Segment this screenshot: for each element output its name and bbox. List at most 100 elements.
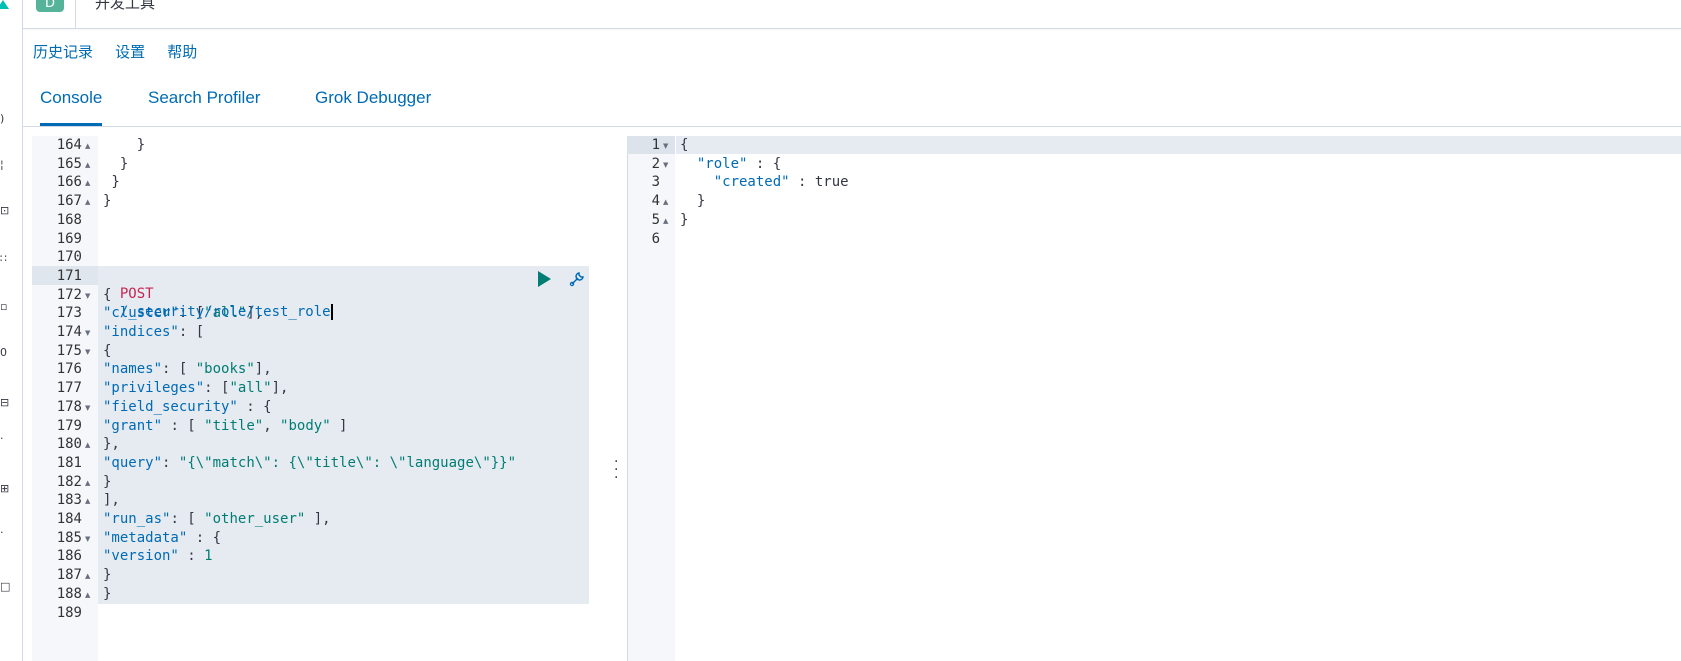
code-line[interactable]: "created" : true [680,173,849,192]
fold-open-icon[interactable]: ▼ [85,535,90,543]
code-line[interactable]: "run_as": [ "other_user" ], [103,510,331,529]
code-line[interactable]: ], [103,491,120,510]
line-number: 183 [56,492,82,509]
line-number: 179 [56,417,82,434]
left-nav: ) ¦ ⊡ ∷ ▫ 0 ⊟ · ⊞ · □ [0,0,23,661]
code-line[interactable]: } [103,136,145,155]
nav-item-7[interactable]: · [0,432,10,446]
line-number: 167 [56,193,82,210]
line-number: 170 [56,249,82,266]
fold-open-icon[interactable]: ▼ [85,348,90,356]
nav-item-9[interactable]: · [0,526,10,540]
fold-open-icon[interactable]: ▼ [85,404,90,412]
nav-item-3[interactable]: ∷ [0,252,10,266]
request-method: POST [119,285,154,302]
help-link[interactable]: 帮助 [167,41,197,62]
nav-item-0[interactable]: ) [0,112,10,126]
code-line[interactable]: "query": "{\"match\": {\"title\": \"lang… [103,454,516,473]
code-line[interactable]: } [680,211,688,230]
code-line[interactable]: } [103,566,111,585]
line-number: 166 [56,174,82,191]
line-number: 177 [56,380,82,397]
code-line[interactable]: { [103,342,111,361]
fold-close-icon[interactable]: ▲ [85,479,90,487]
code-line[interactable]: "metadata" : { [103,529,221,548]
fold-close-icon[interactable]: ▲ [85,591,90,599]
tab-grok-debugger[interactable]: Grok Debugger [315,88,431,126]
line-number: 3 [651,174,660,191]
vertical-ellipsis-icon[interactable]: · · · [614,455,618,485]
nav-item-2[interactable]: ⊡ [0,204,10,218]
fold-close-icon[interactable]: ▲ [85,497,90,505]
header-bar: D 开发工具 [23,0,1681,29]
nav-item-8[interactable]: ⊞ [0,482,10,496]
code-line[interactable]: }, [103,435,120,454]
nav-item-1[interactable]: ¦ [0,158,10,172]
line-number: 174 [56,324,82,340]
fold-close-icon[interactable]: ▲ [85,441,90,449]
kibana-logo-icon[interactable] [0,0,9,9]
code-line[interactable]: "privileges": ["all"], [103,379,288,398]
code-line[interactable]: "version" : 1 [103,547,213,566]
line-number: 176 [56,361,82,378]
nav-item-10[interactable]: □ [0,580,10,594]
line-number: 185 [56,529,82,546]
line-number: 4 [651,193,660,210]
code-line[interactable]: } [103,155,128,174]
line-number: 178 [56,398,82,415]
app-title: 开发工具 [95,0,156,12]
request-line-171[interactable]: POST /_security/role/test_role [103,266,333,321]
fold-close-icon[interactable]: ▲ [85,161,90,169]
code-line[interactable]: "indices": [ [103,323,204,342]
line-number: 165 [56,155,82,172]
fold-open-icon[interactable]: ▼ [85,329,90,337]
fold-open-icon[interactable]: ▼ [663,142,668,150]
code-line[interactable]: } [680,192,705,211]
fold-open-icon[interactable]: ▼ [663,161,668,169]
play-icon[interactable] [538,271,551,287]
nav-item-4[interactable]: ▫ [0,300,10,314]
fold-close-icon[interactable]: ▲ [663,198,668,206]
line-number: 173 [56,305,82,322]
top-menu: 历史记录 设置 帮助 [33,41,214,61]
tab-bar: Console Search Profiler Grok Debugger [23,80,1681,127]
wrench-svg [569,272,584,287]
line-number: 181 [56,454,82,471]
code-line[interactable]: "grant" : [ "title", "body" ] [103,417,347,436]
wrench-icon[interactable] [567,270,586,289]
fold-close-icon[interactable]: ▲ [85,572,90,580]
fold-close-icon[interactable]: ▲ [663,217,668,225]
fold-close-icon[interactable]: ▲ [85,142,90,150]
code-line[interactable]: } [103,173,119,192]
code-line[interactable]: "role" : { [680,155,781,174]
nav-item-6[interactable]: ⊟ [0,396,10,410]
fold-close-icon[interactable]: ▲ [85,179,90,187]
settings-link[interactable]: 设置 [115,41,145,62]
text-cursor [330,304,333,321]
code-line[interactable]: } [103,473,111,492]
line-number: 5 [651,211,660,228]
line-number: 187 [56,567,82,584]
code-line[interactable]: } [103,192,111,211]
line-number: 188 [56,585,82,602]
nav-item-5[interactable]: 0 [0,346,10,360]
line-number: 189 [56,604,82,621]
code-line[interactable]: "names": [ "books"], [103,360,272,379]
response-active-line [676,136,1681,154]
code-line[interactable]: { [680,136,688,155]
code-line[interactable]: "field_security" : { [103,398,272,417]
line-number: 184 [56,511,82,527]
request-url: /_security/role/test_role [119,304,331,321]
fold-open-icon[interactable]: ▼ [85,292,90,300]
line-number: 172 [56,286,82,303]
line-number: 180 [56,436,82,453]
tab-console[interactable]: Console [40,88,103,126]
line-number: 175 [56,342,82,359]
code-line[interactable]: } [103,585,111,604]
line-number: 169 [56,230,82,247]
history-link[interactable]: 历史记录 [33,41,93,62]
line-number: 6 [651,230,660,247]
tab-search-profiler[interactable]: Search Profiler [148,88,260,126]
app-badge[interactable]: D [36,0,64,12]
fold-close-icon[interactable]: ▲ [85,198,90,206]
